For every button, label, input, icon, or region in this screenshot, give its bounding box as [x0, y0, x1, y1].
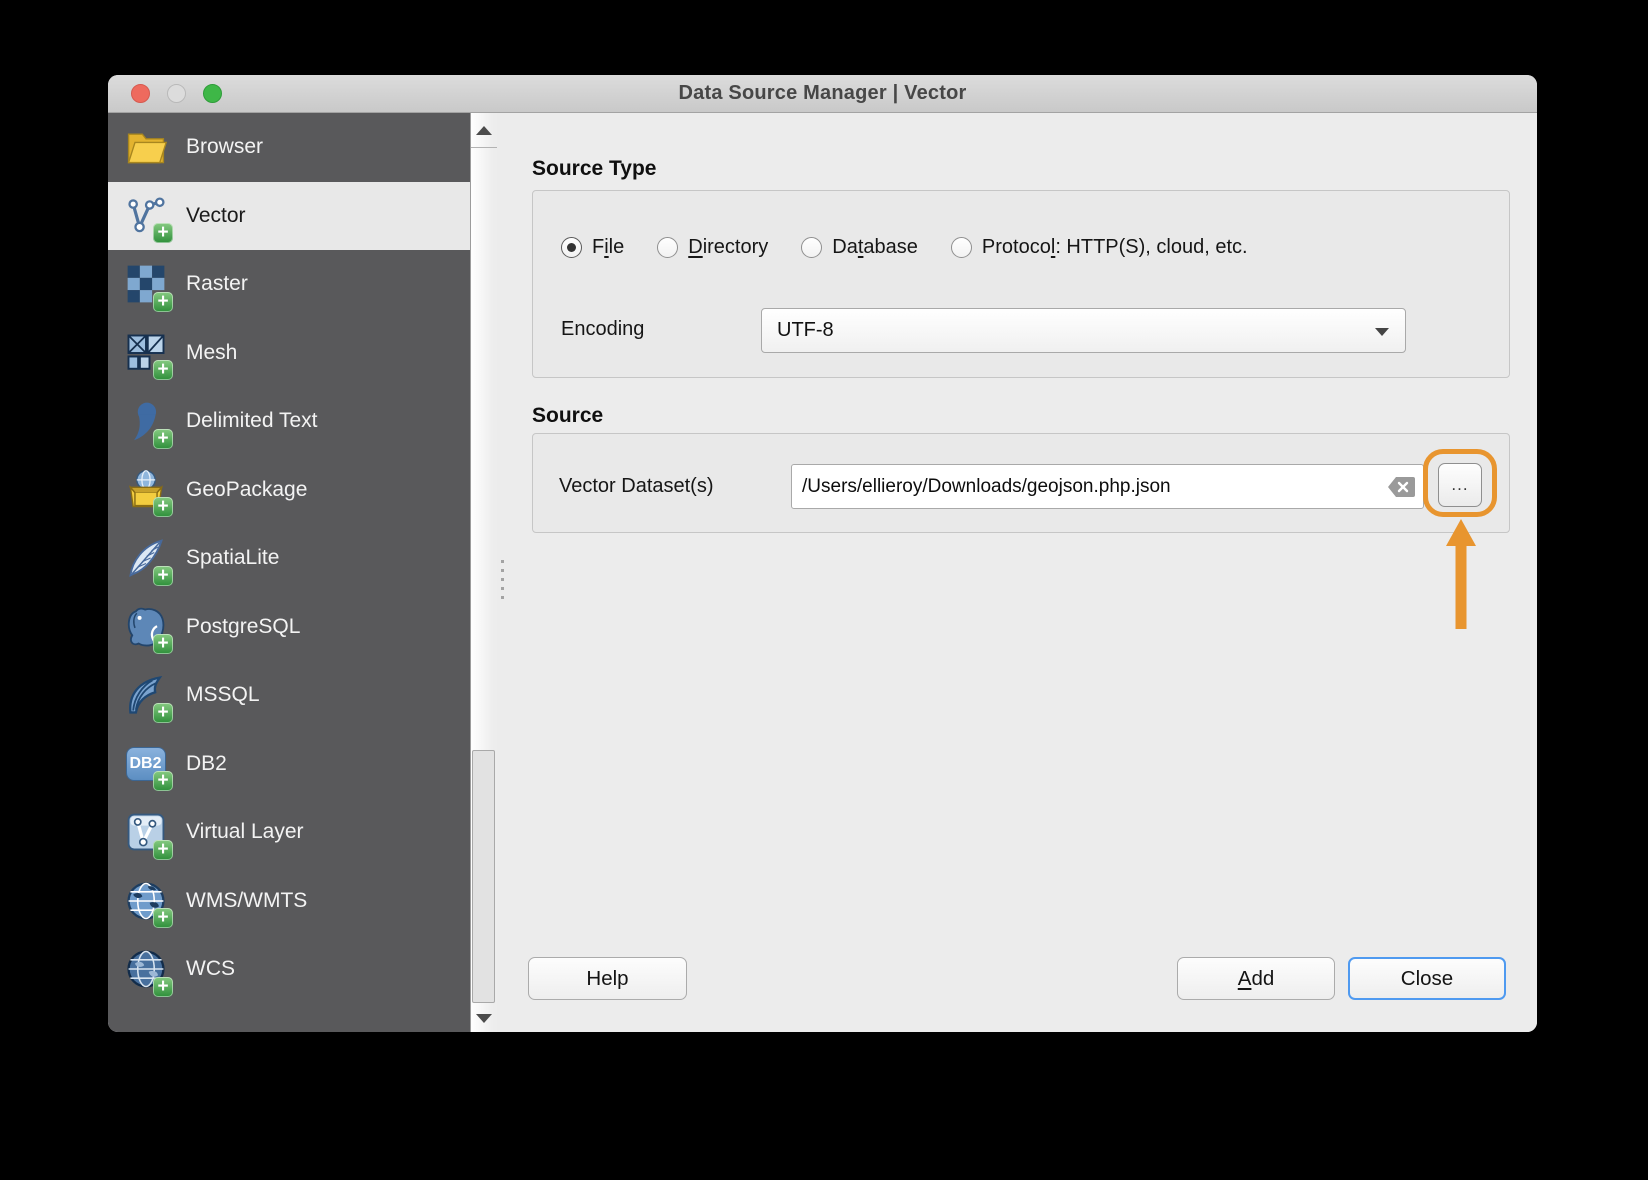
- plus-badge-icon: [153, 292, 173, 312]
- sidebar-item-label: PostgreSQL: [186, 615, 300, 639]
- wcs-globe-icon: [122, 946, 169, 993]
- sidebar-item-virtual-layer[interactable]: Virtual Layer: [108, 798, 470, 867]
- scrollbar-thumb[interactable]: [472, 750, 495, 1003]
- source-heading: Source: [532, 404, 603, 428]
- sidebar-item-mesh[interactable]: Mesh: [108, 319, 470, 388]
- sidebar-item-label: WMS/WMTS: [186, 889, 307, 913]
- plus-badge-icon: [153, 497, 173, 517]
- triangle-down-icon: [476, 1014, 492, 1023]
- plus-badge-icon: [153, 908, 173, 928]
- wms-globe-icon: [122, 877, 169, 924]
- sidebar-item-label: DB2: [186, 752, 227, 776]
- traffic-lights: [131, 75, 222, 112]
- radio-button-icon[interactable]: [561, 237, 582, 258]
- close-window-button[interactable]: [131, 84, 150, 103]
- sidebar-item-label: Vector: [186, 204, 246, 228]
- data-source-manager-window: Data Source Manager | Vector Browser: [108, 75, 1537, 1032]
- encoding-label: Encoding: [561, 318, 644, 341]
- plus-badge-icon: [153, 634, 173, 654]
- add-button[interactable]: Add: [1177, 957, 1335, 1000]
- folder-icon: [122, 124, 169, 171]
- vector-dataset-input[interactable]: [802, 476, 1387, 498]
- sidebar-item-raster[interactable]: Raster: [108, 250, 470, 319]
- sidebar-item-geopackage[interactable]: GeoPackage: [108, 456, 470, 525]
- plus-badge-icon: [153, 223, 173, 243]
- sidebar-item-label: GeoPackage: [186, 478, 307, 502]
- sidebar-item-label: Mesh: [186, 341, 237, 365]
- vector-icon: [122, 192, 169, 239]
- radio-label: Directory: [688, 236, 768, 259]
- encoding-dropdown[interactable]: UTF-8: [761, 308, 1406, 353]
- chevron-down-icon: [1375, 328, 1389, 336]
- sidebar-item-label: Virtual Layer: [186, 820, 304, 844]
- vector-dataset-input-wrapper: [791, 464, 1424, 509]
- close-button[interactable]: Close: [1348, 957, 1506, 1000]
- zoom-window-button[interactable]: [203, 84, 222, 103]
- sidebar-scrollbar[interactable]: [470, 113, 497, 1032]
- raster-icon: [122, 261, 169, 308]
- source-groupbox: Vector Dataset(s) ...: [532, 433, 1510, 533]
- scroll-up-button[interactable]: [471, 113, 497, 148]
- radio-directory[interactable]: Directory: [657, 236, 768, 259]
- minimize-window-button[interactable]: [167, 84, 186, 103]
- sidebar-item-label: MSSQL: [186, 683, 260, 707]
- virtual-layer-icon: [122, 809, 169, 856]
- sidebar-item-postgresql[interactable]: PostgreSQL: [108, 593, 470, 662]
- window-title: Data Source Manager | Vector: [679, 82, 967, 105]
- sidebar-item-label: Delimited Text: [186, 409, 318, 433]
- plus-badge-icon: [153, 566, 173, 586]
- sidebar-item-label: SpatiaLite: [186, 546, 279, 570]
- clear-text-icon[interactable]: [1387, 477, 1415, 497]
- geopackage-icon: [122, 466, 169, 513]
- sidebar-item-wcs[interactable]: WCS: [108, 935, 470, 1004]
- plus-badge-icon: [153, 429, 173, 449]
- highlight-arrow-annotation: [1439, 519, 1483, 629]
- plus-badge-icon: [153, 771, 173, 791]
- browse-files-button[interactable]: ...: [1438, 463, 1482, 507]
- sidebar-item-label: Browser: [186, 135, 263, 159]
- db2-icon: DB2: [122, 740, 169, 787]
- postgresql-elephant-icon: [122, 603, 169, 650]
- radio-button-icon[interactable]: [657, 237, 678, 258]
- source-type-groupbox: File Directory Database Protocol: HTTP(S…: [532, 190, 1510, 378]
- radio-label: Database: [832, 236, 918, 259]
- comma-icon: [122, 398, 169, 445]
- sidebar-item-spatialite[interactable]: SpatiaLite: [108, 524, 470, 593]
- triangle-up-icon: [476, 126, 492, 135]
- sidebar-item-delimited-text[interactable]: Delimited Text: [108, 387, 470, 456]
- vector-page: Source Type File Directory Database: [497, 113, 1537, 1032]
- sidebar-item-mssql[interactable]: MSSQL: [108, 661, 470, 730]
- sidebar-item-label: WCS: [186, 957, 235, 981]
- sidebar-item-vector[interactable]: Vector: [108, 182, 470, 251]
- radio-label: File: [592, 236, 624, 259]
- sidebar-item-label: Raster: [186, 272, 248, 296]
- plus-badge-icon: [153, 703, 173, 723]
- radio-label: Protocol: HTTP(S), cloud, etc.: [982, 236, 1248, 259]
- source-type-heading: Source Type: [532, 157, 656, 181]
- radio-file[interactable]: File: [561, 236, 624, 259]
- source-type-radio-group: File Directory Database Protocol: HTTP(S…: [561, 236, 1248, 259]
- sidebar-item-db2[interactable]: DB2 DB2: [108, 730, 470, 799]
- radio-button-icon[interactable]: [951, 237, 972, 258]
- radio-protocol[interactable]: Protocol: HTTP(S), cloud, etc.: [951, 236, 1248, 259]
- feather-icon: [122, 535, 169, 582]
- plus-badge-icon: [153, 840, 173, 860]
- scroll-down-button[interactable]: [471, 1007, 497, 1029]
- plus-badge-icon: [153, 977, 173, 997]
- radio-button-icon[interactable]: [801, 237, 822, 258]
- source-category-sidebar: Browser Vector: [108, 113, 470, 1032]
- sidebar-item-wms-wmts[interactable]: WMS/WMTS: [108, 867, 470, 936]
- splitter-handle[interactable]: [501, 560, 504, 599]
- plus-badge-icon: [153, 360, 173, 380]
- sidebar-item-browser[interactable]: Browser: [108, 113, 470, 182]
- mesh-icon: [122, 329, 169, 376]
- encoding-value: UTF-8: [777, 319, 834, 342]
- mssql-sail-icon: [122, 672, 169, 719]
- titlebar: Data Source Manager | Vector: [108, 75, 1537, 113]
- help-button[interactable]: Help: [528, 957, 687, 1000]
- vector-dataset-label: Vector Dataset(s): [559, 475, 714, 498]
- radio-database[interactable]: Database: [801, 236, 918, 259]
